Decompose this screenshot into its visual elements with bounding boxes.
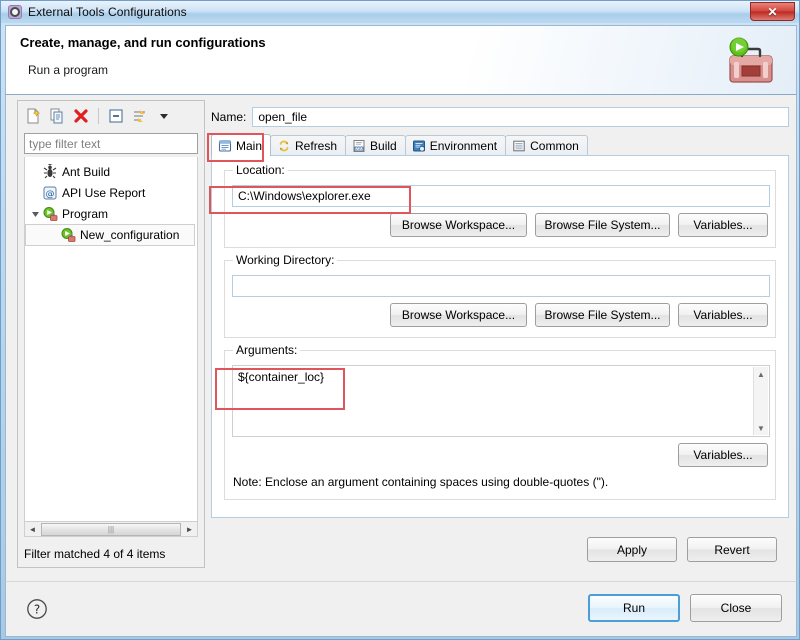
tree-item-label: API Use Report (62, 185, 146, 200)
scroll-right-arrow-icon[interactable]: ► (182, 522, 197, 536)
window-frame: External Tools Configurations ✕ Create, … (0, 0, 800, 640)
view-menu-chevron-down-icon[interactable] (155, 107, 173, 125)
external-tools-configurations-dialog: External Tools Configurations ✕ Create, … (0, 0, 800, 640)
location-browse-workspace-button[interactable]: Browse Workspace... (390, 213, 527, 237)
tree-item-label: New_configuration (80, 228, 180, 242)
program-icon (60, 227, 76, 243)
tab-label: Build (370, 139, 397, 153)
configuration-editor: Name: open_file Main Refresh 010 Build E… (211, 100, 789, 568)
api-report-icon: @ (42, 185, 58, 201)
dialog-body: type filter text Ant Build @ API Use Rep… (5, 95, 797, 581)
help-icon[interactable]: ? (26, 598, 48, 620)
delete-launch-configuration-icon[interactable] (72, 107, 90, 125)
dialog-footer: ? Run Close (5, 581, 797, 637)
tab-main[interactable]: Main (211, 134, 272, 156)
svg-text:?: ? (34, 603, 40, 617)
arguments-value: ${container_loc} (238, 370, 325, 384)
working-directory-button-row: Browse Workspace... Browse File System..… (390, 303, 768, 327)
program-icon (42, 206, 58, 222)
apply-button[interactable]: Apply (587, 537, 677, 562)
tree-item-program[interactable]: Program (25, 203, 197, 224)
filter-input[interactable]: type filter text (24, 133, 198, 154)
arguments-button-row: Variables... (678, 443, 768, 467)
tab-bar: Main Refresh 010 Build Environment Commo… (211, 134, 789, 156)
revert-button[interactable]: Revert (687, 537, 777, 562)
tab-environment[interactable]: Environment (404, 135, 507, 156)
close-window-button[interactable]: ✕ (750, 2, 795, 21)
run-button[interactable]: Run (588, 594, 680, 622)
arguments-variables-button[interactable]: Variables... (678, 443, 768, 467)
page-subtitle: Run a program (28, 63, 109, 77)
tab-common[interactable]: Common (505, 135, 588, 156)
common-tab-icon (512, 139, 526, 153)
location-browse-file-system-button[interactable]: Browse File System... (535, 213, 670, 237)
environment-tab-icon (412, 139, 426, 153)
arguments-legend: Arguments: (233, 343, 301, 357)
svg-text:010: 010 (355, 146, 363, 151)
tab-label: Main (236, 138, 263, 153)
working-directory-variables-button[interactable]: Variables... (678, 303, 768, 327)
tab-label: Common (530, 139, 579, 153)
main-tab-icon (218, 139, 232, 153)
tab-refresh[interactable]: Refresh (270, 135, 347, 156)
working-directory-legend: Working Directory: (233, 253, 338, 267)
location-variables-button[interactable]: Variables... (678, 213, 768, 237)
scroll-up-arrow-icon[interactable]: ▲ (754, 367, 769, 381)
page-title: Create, manage, and run configurations (20, 35, 266, 50)
tree-item-ant-build[interactable]: Ant Build (25, 161, 197, 182)
new-launch-configuration-icon[interactable] (24, 107, 42, 125)
location-input[interactable]: C:\Windows\explorer.exe (232, 185, 770, 207)
expand-collapse-triangle-icon[interactable] (29, 207, 42, 220)
working-directory-input[interactable] (232, 275, 770, 297)
scroll-left-arrow-icon[interactable]: ◄ (25, 522, 40, 536)
toolbar-separator (98, 108, 99, 124)
scroll-down-arrow-icon[interactable]: ▼ (754, 421, 769, 435)
arguments-textarea[interactable]: ${container_loc} ▲ ▼ (232, 365, 770, 437)
configurations-panel: type filter text Ant Build @ API Use Rep… (17, 100, 205, 568)
arguments-note: Note: Enclose an argument containing spa… (233, 475, 609, 489)
svg-text:@: @ (46, 189, 55, 199)
configurations-toolbar (20, 103, 204, 129)
title-bar: External Tools Configurations ✕ (1, 1, 799, 23)
duplicate-launch-configuration-icon[interactable] (48, 107, 66, 125)
scrollbar-thumb[interactable]: ||| (41, 522, 181, 536)
window-title: External Tools Configurations (28, 5, 187, 19)
apply-revert-row: Apply Revert (587, 537, 777, 562)
footer-button-row: Run Close (588, 594, 782, 622)
location-group: Location: C:\Windows\explorer.exe Browse… (224, 163, 776, 248)
working-directory-browse-file-system-button[interactable]: Browse File System... (535, 303, 670, 327)
filter-launch-configurations-icon[interactable] (131, 107, 149, 125)
toolbox-run-icon (720, 36, 778, 88)
location-legend: Location: (233, 163, 288, 177)
tree-item-new-configuration[interactable]: New_configuration (25, 224, 195, 246)
tree-item-api-use-report[interactable]: @ API Use Report (25, 182, 197, 203)
tree-horizontal-scrollbar[interactable]: ◄ ||| ► (24, 521, 198, 537)
configurations-tree[interactable]: Ant Build @ API Use Report Program New_c… (24, 157, 198, 529)
location-button-row: Browse Workspace... Browse File System..… (390, 213, 768, 237)
name-row: Name: open_file (211, 106, 789, 128)
close-button[interactable]: Close (690, 594, 782, 622)
build-tab-icon: 010 (352, 139, 366, 153)
header-banner: Create, manage, and run configurations R… (5, 25, 797, 95)
main-tab-panel: Location: C:\Windows\explorer.exe Browse… (211, 155, 789, 518)
tab-label: Refresh (295, 139, 338, 153)
working-directory-browse-workspace-button[interactable]: Browse Workspace... (390, 303, 527, 327)
ant-build-icon (42, 162, 58, 180)
name-label: Name: (211, 110, 247, 124)
tree-item-label: Program (62, 206, 109, 221)
working-directory-group: Working Directory: Browse Workspace... B… (224, 253, 776, 338)
collapse-all-icon[interactable] (107, 107, 125, 125)
tab-build[interactable]: 010 Build (345, 135, 406, 156)
external-tools-icon (7, 4, 23, 20)
arguments-group: Arguments: ${container_loc} ▲ ▼ Variable… (224, 343, 776, 500)
filter-status-text: Filter matched 4 of 4 items (24, 547, 166, 561)
arguments-vertical-scrollbar[interactable]: ▲ ▼ (753, 367, 768, 435)
refresh-tab-icon (277, 139, 291, 153)
tree-item-label: Ant Build (62, 164, 111, 179)
tab-label: Environment (429, 139, 498, 153)
name-input[interactable]: open_file (252, 107, 789, 127)
